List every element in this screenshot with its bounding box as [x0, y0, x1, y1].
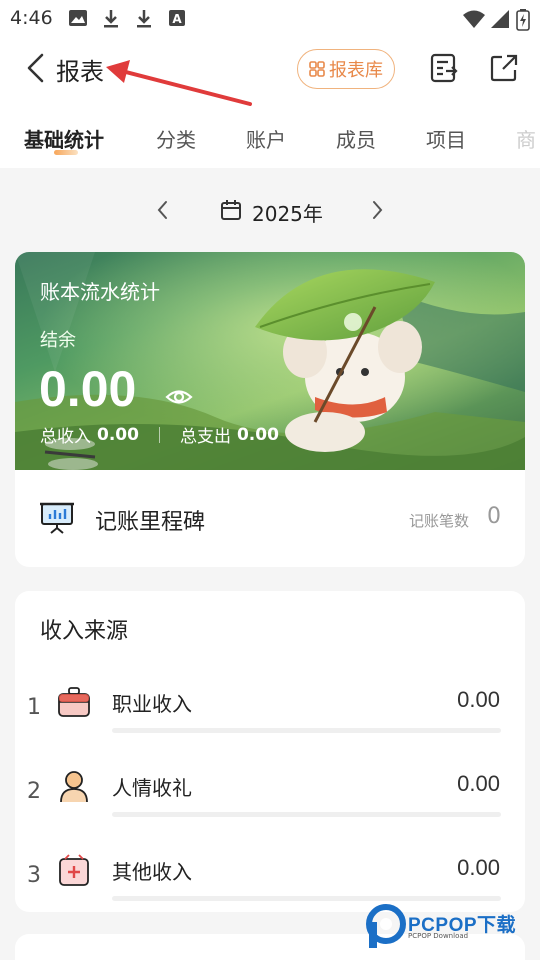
tab-basic-stats[interactable]: 基础统计 [24, 124, 104, 153]
divider [158, 426, 160, 443]
balance-label: 结余 [40, 330, 76, 351]
milestone-label: 记账里程碑 [95, 510, 206, 535]
progress-bar [112, 896, 501, 901]
download-icon [137, 10, 151, 28]
prev-year-chevron-icon[interactable] [154, 198, 172, 222]
income-sources-card: 收入来源 1 职业收入 0.00 2 人情收礼 0.00 3 其他收入 0.00 [15, 591, 525, 912]
banner-title: 账本流水统计 [40, 280, 160, 304]
top-app-bar: 报表 报表库 [0, 36, 540, 106]
battery-charging-icon [516, 9, 530, 31]
plus-box-icon [59, 854, 89, 886]
total-income-value: 0.00 [97, 424, 139, 445]
person-icon [60, 771, 88, 803]
tab-merchant[interactable]: 商 [516, 124, 536, 153]
income-value: 0.00 [457, 687, 500, 712]
tab-category[interactable]: 分类 [156, 124, 196, 153]
report-library-button[interactable]: 报表库 [297, 49, 395, 89]
income-label: 职业收入 [112, 692, 192, 716]
income-label: 其他收入 [112, 860, 192, 884]
total-income-label: 总收入 [40, 427, 91, 447]
watermark-subtext: PCPOP Download [408, 932, 469, 940]
total-expense-value: 0.00 [236, 424, 279, 445]
income-value: 0.00 [457, 855, 500, 880]
rank-number: 1 [27, 695, 41, 720]
balance-value: 0.00 [39, 361, 137, 417]
page-title: 报表 [56, 58, 104, 86]
progress-bar [112, 812, 501, 817]
svg-text:A: A [172, 12, 182, 26]
presentation-chart-icon [40, 502, 74, 534]
rank-number: 3 [27, 863, 41, 888]
tab-account[interactable]: 账户 [246, 124, 286, 153]
signal-icon [491, 10, 509, 28]
progress-bar [112, 728, 501, 733]
tab-member[interactable]: 成员 [336, 124, 376, 153]
eye-icon[interactable] [165, 385, 193, 409]
text-a-icon: A [169, 10, 185, 26]
share-out-icon[interactable] [488, 52, 520, 84]
grid-icon [309, 61, 325, 77]
list-item[interactable]: 2 人情收礼 0.00 [15, 761, 525, 831]
entry-count-value: 0 [487, 504, 501, 529]
briefcase-icon [58, 687, 90, 717]
report-tabs: 基础统计 分类 账户 成员 项目 商 [0, 106, 540, 168]
income-value: 0.00 [457, 771, 500, 796]
image-icon [69, 10, 87, 26]
totals-row: 总收入 0.00 总支出 0.00 [40, 422, 279, 448]
watermark-logo-icon [366, 904, 406, 948]
tab-project[interactable]: 项目 [426, 124, 466, 153]
list-item[interactable]: 1 职业收入 0.00 [15, 677, 525, 747]
milestone-card[interactable]: 记账里程碑 记账笔数 0 [15, 470, 525, 567]
download-icon [104, 10, 118, 28]
total-expense-label: 总支出 [179, 427, 231, 447]
calendar-icon [221, 200, 241, 220]
entry-count-label: 记账笔数 [408, 512, 469, 530]
next-year-chevron-icon[interactable] [368, 198, 386, 222]
year-label[interactable]: 2025年 [252, 198, 323, 227]
status-bar: 4:46 A [0, 0, 540, 36]
back-chevron-icon[interactable] [24, 52, 48, 84]
status-time: 4:46 [10, 7, 53, 29]
year-selector: 2025年 [0, 180, 540, 240]
export-list-icon[interactable] [428, 52, 460, 84]
report-library-label: 报表库 [329, 60, 383, 81]
income-label: 人情收礼 [112, 776, 192, 800]
watermark: PCPOP下载 PCPOP Download [366, 904, 536, 948]
active-tab-indicator [54, 150, 78, 155]
wifi-icon [463, 10, 485, 28]
income-sources-title: 收入来源 [40, 619, 129, 644]
rank-number: 2 [27, 779, 41, 804]
ledger-flow-stats-card[interactable]: 账本流水统计 结余 0.00 总收入 0.00 总支出 0.00 [15, 252, 525, 470]
